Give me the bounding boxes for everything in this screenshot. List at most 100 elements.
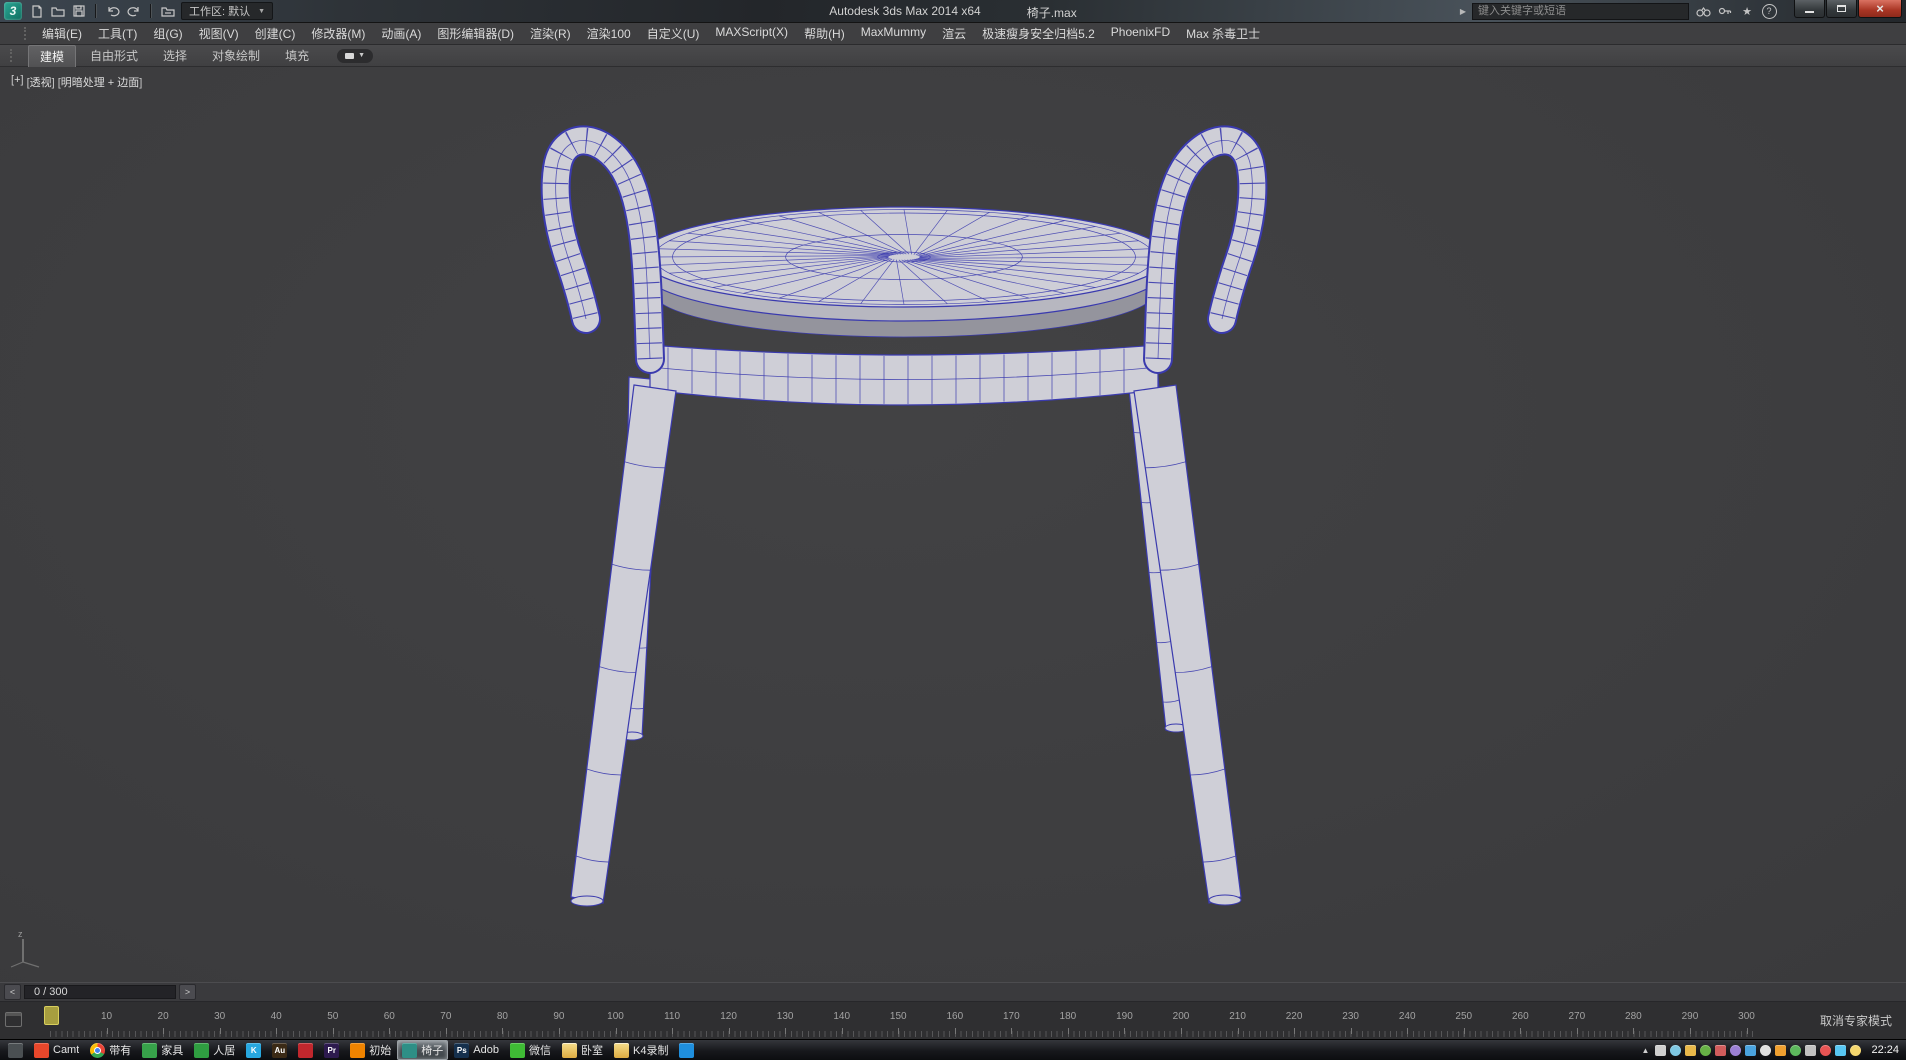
ruler-tick: 260: [1503, 1011, 1537, 1022]
binoculars-icon[interactable]: [1695, 3, 1711, 19]
new-file-button[interactable]: [28, 3, 46, 19]
ruler-tick: 190: [1107, 1011, 1141, 1022]
undo-button[interactable]: [104, 3, 122, 19]
tray-icon[interactable]: [1775, 1045, 1786, 1056]
menu-item[interactable]: MaxMummy: [861, 25, 926, 42]
3dsmax-logo[interactable]: 3: [4, 2, 22, 20]
menu-item[interactable]: 极速瘦身安全归档5.2: [982, 25, 1095, 42]
tray-icon[interactable]: [1850, 1045, 1861, 1056]
taskbar-app-3dsmax[interactable]: 椅子: [397, 1040, 448, 1060]
taskbar-app-chrome[interactable]: 带有: [85, 1040, 136, 1060]
stool-back-legs: [621, 377, 1187, 740]
tray-icon[interactable]: [1805, 1045, 1816, 1056]
taskbar-app-start[interactable]: [3, 1040, 28, 1060]
time-slider-head[interactable]: [44, 1006, 59, 1025]
taskbar-app-folder-1[interactable]: 卧室: [557, 1040, 608, 1060]
viewport-menu-pov[interactable]: 透视: [26, 74, 56, 90]
taskbar-app-folder-2[interactable]: K4录制: [609, 1040, 673, 1060]
ribbon-tab[interactable]: 自由形式: [79, 45, 149, 66]
menu-item[interactable]: 图形编辑器(D): [437, 25, 514, 42]
taskbar-app-photoshop[interactable]: PsAdob: [449, 1040, 504, 1060]
redo-button[interactable]: [125, 3, 143, 19]
taskbar-app-photoshop-icon: Ps: [454, 1043, 469, 1058]
menu-item[interactable]: 自定义(U): [647, 25, 700, 42]
time-slider-bar: < 0 / 300 >: [0, 982, 1906, 1002]
taskbar-app-green-2[interactable]: 人居: [189, 1040, 240, 1060]
menu-item[interactable]: 视图(V): [199, 25, 239, 42]
perspective-viewport[interactable]: + 透视 明暗处理 + 边面 z: [0, 67, 1906, 982]
menu-item[interactable]: 动画(A): [381, 25, 421, 42]
tray-icon[interactable]: [1670, 1045, 1681, 1056]
menu-item[interactable]: PhoenixFD: [1111, 25, 1170, 42]
taskbar-app-k[interactable]: K: [241, 1040, 266, 1060]
stool-model[interactable]: [0, 67, 1906, 982]
taskbar-app-premiere[interactable]: Pr: [319, 1040, 344, 1060]
tray-icon[interactable]: [1700, 1045, 1711, 1056]
tray-icon[interactable]: [1745, 1045, 1756, 1056]
taskbar-clock[interactable]: 22:24: [1871, 1044, 1899, 1056]
ruler-tick: 80: [485, 1011, 519, 1022]
menu-item[interactable]: MAXScript(X): [715, 25, 788, 42]
tray-icon[interactable]: [1685, 1045, 1696, 1056]
next-frame-button[interactable]: >: [179, 984, 196, 1000]
tray-icon[interactable]: [1760, 1045, 1771, 1056]
taskbar-app-green-1[interactable]: 家具: [137, 1040, 188, 1060]
timeline-ruler[interactable]: 取消专家模式 102030405060708090100110120130140…: [0, 1002, 1906, 1040]
close-button[interactable]: ×: [1858, 0, 1902, 18]
ruler-tick: 20: [146, 1011, 180, 1022]
ribbon-tabs: 建模自由形式选择对象绘制填充: [28, 45, 323, 67]
toolbar-separator: [150, 4, 152, 18]
ribbon-overflow-toggle[interactable]: ▼: [337, 49, 373, 63]
menu-item[interactable]: Max 杀毒卫士: [1186, 25, 1260, 42]
expert-mode-button[interactable]: 取消专家模式: [1820, 1012, 1892, 1029]
ruler-tick: 230: [1334, 1011, 1368, 1022]
ribbon-tab[interactable]: 选择: [152, 45, 198, 66]
ribbon-tab[interactable]: 填充: [274, 45, 320, 66]
menu-item[interactable]: 工具(T): [98, 25, 137, 42]
taskbar-app-3dsmax-icon: [402, 1043, 417, 1058]
taskbar-app-blue[interactable]: [674, 1040, 699, 1060]
save-button[interactable]: [70, 3, 88, 19]
menu-item[interactable]: 创建(C): [255, 25, 296, 42]
ribbon-tab[interactable]: 对象绘制: [201, 45, 271, 66]
tray-expand-icon[interactable]: ▲: [1642, 1046, 1650, 1055]
previous-frame-button[interactable]: <: [4, 984, 21, 1000]
star-icon[interactable]: ★: [1739, 3, 1755, 19]
menu-item[interactable]: 帮助(H): [804, 25, 845, 42]
project-folder-button[interactable]: [159, 3, 177, 19]
minimize-button[interactable]: [1794, 0, 1825, 18]
task-button-label: 人居: [213, 1042, 235, 1058]
ribbon-tab[interactable]: 建模: [28, 45, 76, 67]
help-icon[interactable]: ?: [1761, 3, 1777, 19]
maximize-button[interactable]: [1826, 0, 1857, 18]
window-title: Autodesk 3ds Max 2014 x64 椅子.max: [829, 4, 1076, 21]
menu-item[interactable]: 修改器(M): [311, 25, 365, 42]
menu-item[interactable]: 渲云: [942, 25, 966, 42]
frame-counter[interactable]: 0 / 300: [24, 985, 176, 999]
taskbar-app-audition[interactable]: Au: [267, 1040, 292, 1060]
tray-icon[interactable]: [1790, 1045, 1801, 1056]
tray-icon[interactable]: [1820, 1045, 1831, 1056]
tray-icon[interactable]: [1730, 1045, 1741, 1056]
taskbar-app-orange[interactable]: 初始: [345, 1040, 396, 1060]
search-expander-icon[interactable]: ▶: [1460, 7, 1466, 16]
menu-item[interactable]: 编辑(E): [42, 25, 82, 42]
taskbar-app-camtasia[interactable]: Camt: [29, 1040, 84, 1060]
viewport-menu-general[interactable]: +: [10, 74, 25, 90]
ruler-tick: 60: [372, 1011, 406, 1022]
menu-item[interactable]: 渲染100: [587, 25, 631, 42]
infocenter: ▶ ★ ? ×: [1460, 0, 1902, 23]
tray-icon[interactable]: [1655, 1045, 1666, 1056]
key-icon[interactable]: [1717, 3, 1733, 19]
workspace-dropdown[interactable]: 工作区: 默认 ▼: [181, 2, 273, 20]
tray-icon[interactable]: [1715, 1045, 1726, 1056]
open-file-button[interactable]: [49, 3, 67, 19]
tray-icon[interactable]: [1835, 1045, 1846, 1056]
track-bar-icon[interactable]: [5, 1012, 22, 1027]
menu-item[interactable]: 渲染(R): [530, 25, 571, 42]
viewport-menu-shading[interactable]: 明暗处理 + 边面: [57, 74, 144, 90]
taskbar-app-red[interactable]: [293, 1040, 318, 1060]
menu-item[interactable]: 组(G): [153, 25, 182, 42]
search-input[interactable]: [1472, 3, 1689, 20]
taskbar-app-wechat[interactable]: 微信: [505, 1040, 556, 1060]
